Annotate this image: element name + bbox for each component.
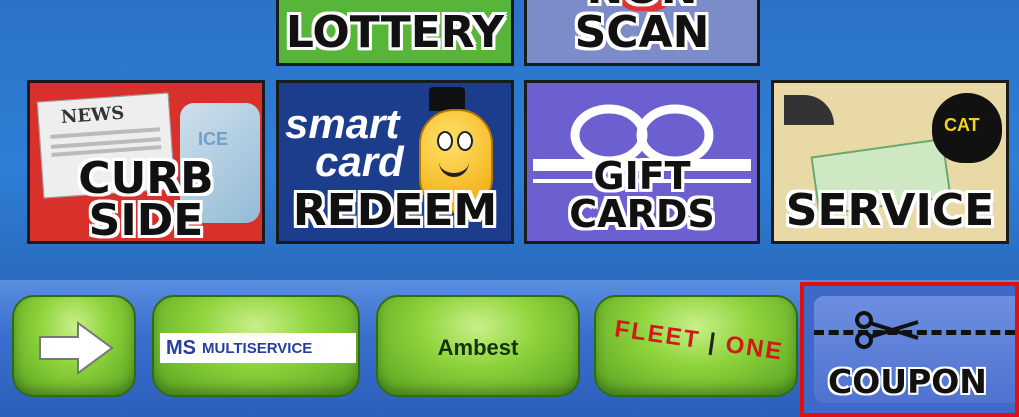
cat-scale-icon: CAT: [932, 93, 1002, 163]
multiservice-logo-panel: MS MULTISERVICE: [160, 333, 356, 363]
redeem-label: REDEEM: [292, 185, 498, 236]
smart-card-text: smart card: [285, 100, 404, 185]
shower-head-icon: [784, 95, 834, 125]
scissors-icon: [854, 310, 920, 355]
lottery-tile[interactable]: LOTTERY: [276, 0, 514, 66]
service-label: SERVICE: [785, 185, 995, 236]
service-tile[interactable]: CAT SERVICE: [771, 80, 1009, 244]
coupon-button[interactable]: COUPON: [800, 282, 1019, 417]
gift-cards-tile[interactable]: GIFT CARDS: [524, 80, 760, 244]
non-scan-label: NON SCAN: [574, 0, 710, 58]
fleet-one-logo: FLEET | ONE: [612, 315, 786, 366]
non-scan-tile[interactable]: NON SCAN: [524, 0, 760, 66]
fleet-one-button[interactable]: FLEET | ONE: [594, 295, 798, 397]
redeem-tile[interactable]: smart card REDEEM: [276, 80, 514, 244]
ambest-label: Ambest: [437, 335, 519, 360]
coupon-panel: COUPON: [814, 296, 1015, 403]
multiservice-button[interactable]: MS MULTISERVICE: [152, 295, 360, 397]
curb-side-label-line2: SIDE: [88, 195, 204, 244]
multiservice-logo-icon: MS: [166, 336, 196, 359]
coupon-label: COUPON: [828, 362, 987, 401]
newspaper-headline: NEWS: [60, 102, 125, 129]
gift-cards-label: GIFT CARDS: [569, 154, 715, 236]
ambest-button[interactable]: Ambest: [376, 295, 580, 397]
multiservice-label: MULTISERVICE: [202, 339, 313, 357]
lottery-label: LOTTERY: [285, 7, 505, 58]
top-hat-icon: [429, 87, 465, 111]
ice-label: ICE: [198, 129, 229, 149]
right-arrow-icon: [38, 321, 114, 380]
next-arrow-button[interactable]: [12, 295, 136, 397]
curb-side-tile[interactable]: NEWS ICE CURB SIDE: [27, 80, 265, 244]
